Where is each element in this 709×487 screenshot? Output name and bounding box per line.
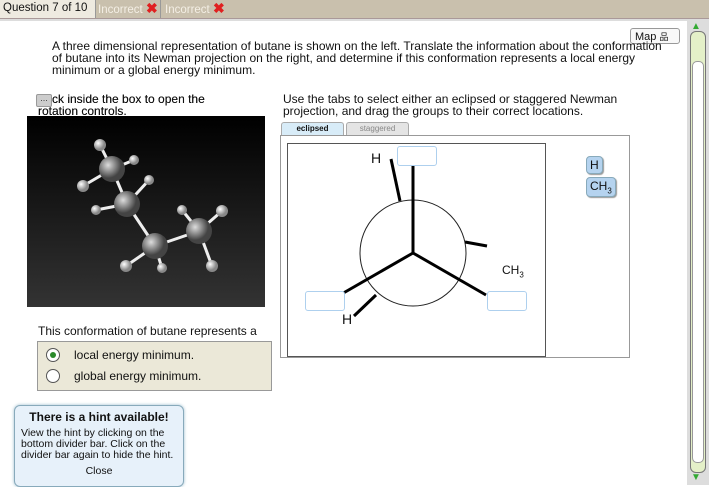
drop-target-right[interactable] bbox=[487, 291, 527, 311]
incorrect-x-icon: ✖ bbox=[145, 0, 158, 16]
radio-global[interactable] bbox=[46, 369, 60, 383]
drop-target-left[interactable] bbox=[305, 291, 345, 311]
butane-3d-viewer[interactable] bbox=[27, 116, 265, 307]
attempt-1: Incorrect ✖ bbox=[98, 0, 158, 16]
newman-projection bbox=[325, 151, 488, 318]
tab-staggered[interactable]: staggered bbox=[346, 122, 409, 135]
incorrect-x-icon: ✖ bbox=[212, 0, 225, 16]
draggable-h[interactable]: H bbox=[586, 156, 603, 174]
question-counter-tab[interactable]: Question 7 of 10 bbox=[0, 0, 97, 18]
drop-target-top[interactable] bbox=[397, 146, 437, 166]
hint-title: There is a hint available! bbox=[29, 410, 169, 424]
right-instruction: Use the tabs to select either an eclipse… bbox=[283, 92, 618, 118]
h-bottom-label: H bbox=[342, 311, 353, 327]
answer-options: local energy minimum. global energy mini… bbox=[37, 341, 272, 391]
draggable-ch3[interactable]: CH3 bbox=[586, 177, 616, 198]
ch3-label: CH3 bbox=[502, 263, 524, 280]
speech-bubble-icon[interactable]: … bbox=[36, 94, 52, 107]
prompt-text: A three dimensional representation of bu… bbox=[52, 39, 662, 77]
attempt-2: Incorrect ✖ bbox=[160, 0, 225, 18]
radio-local[interactable] bbox=[46, 348, 60, 362]
h-top-label: H bbox=[371, 150, 382, 166]
hint-popup: There is a hint available! View the hint… bbox=[14, 405, 184, 487]
hint-body: View the hint by clicking on the bottom … bbox=[21, 427, 174, 461]
question-nav-bar: Question 7 of 10 Incorrect ✖ Incorrect ✖ bbox=[0, 0, 709, 19]
scroll-down-icon[interactable]: ▼ bbox=[691, 472, 701, 483]
scrollbar[interactable]: ▲ ▼ bbox=[687, 19, 709, 485]
question-text: This conformation of butane represents a bbox=[38, 324, 257, 338]
scroll-thumb[interactable] bbox=[692, 61, 704, 463]
tab-eclipsed[interactable]: eclipsed bbox=[281, 122, 344, 135]
hint-close-button[interactable]: Close bbox=[15, 465, 183, 477]
